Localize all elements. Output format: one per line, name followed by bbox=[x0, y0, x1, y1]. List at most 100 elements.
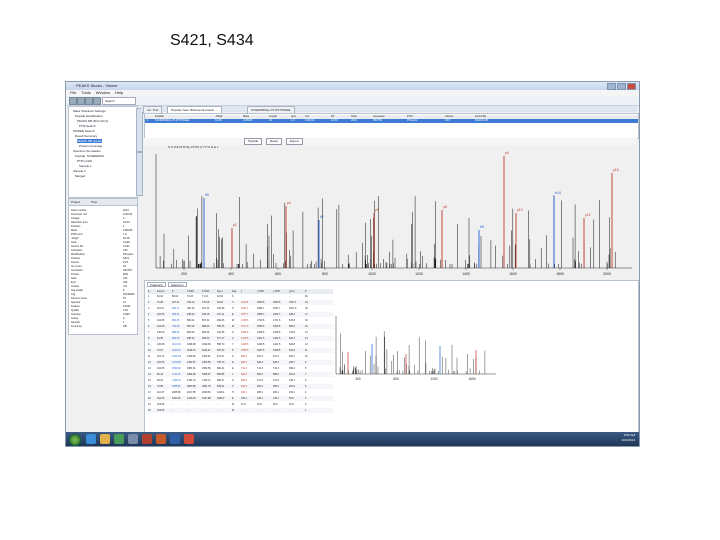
fragment-row[interactable]: 6 104.05 715.29 697.28 698.26 358.15 M 1617.6 15… bbox=[147, 324, 333, 329]
side-tab-summary[interactable] bbox=[136, 108, 143, 152]
save-icon[interactable] bbox=[85, 97, 93, 105]
fragment-cell: 83.5 bbox=[289, 397, 294, 400]
fragment-cell: 286.1 bbox=[273, 391, 279, 394]
fragment-row[interactable]: 3 110.07 324.17 306.16 307.14 162.59 H 2014.7 19… bbox=[147, 306, 333, 311]
fragment-cell: 152.1 bbox=[289, 391, 295, 394]
fragment-cell: 1302.5 bbox=[273, 337, 281, 340]
tree-item[interactable]: Peptide: SVHEMMSA bbox=[75, 154, 104, 158]
property-key: Ion count bbox=[71, 265, 82, 268]
fragment-cell: 624.8 bbox=[289, 343, 295, 346]
property-value: P62753 bbox=[123, 269, 132, 272]
pdf-icon[interactable] bbox=[184, 434, 194, 444]
property-key: Position bbox=[71, 257, 81, 260]
fragment-row[interactable]: 11 101.11 1341.54 1323.53 1324.51 671.27 K 988.… bbox=[147, 354, 333, 359]
tree-item[interactable]: Merged bbox=[75, 174, 85, 178]
peak-label: y6 bbox=[375, 208, 379, 212]
tree-item[interactable]: Sample 1 bbox=[79, 164, 92, 168]
fragment-row[interactable]: 4 102.05 453.21 435.20 436.18 227.11 E 1877.7 18… bbox=[147, 312, 333, 317]
fragment-row[interactable]: 12 102.05 1470.58 1452.57 1453.55 735.79 E 860.… bbox=[147, 360, 333, 365]
fragment-cell: M bbox=[232, 409, 234, 412]
tree-item[interactable]: Spectrum Annotation bbox=[73, 149, 101, 153]
fragment-cell: 2035.86 bbox=[172, 391, 181, 394]
window-controls bbox=[607, 83, 636, 90]
fragment-row[interactable]: 9 136.08 1116.39 1098.38 1099.36 558.70 Y 1248.… bbox=[147, 342, 333, 347]
powerpoint-icon[interactable] bbox=[142, 434, 152, 444]
fragment-cell: M bbox=[232, 403, 234, 406]
fragment-row[interactable]: 15 60.04 1799.74 1781.73 1782.71 900.37 S 489.2… bbox=[147, 378, 333, 383]
tree-item[interactable]: Peptide identification bbox=[75, 114, 103, 118]
media-icon[interactable] bbox=[114, 434, 124, 444]
peaks-icon[interactable] bbox=[156, 434, 166, 444]
fragment-row[interactable]: 16 72.08 1898.81 1880.80 1881.78 949.91 V 402.2… bbox=[147, 384, 333, 389]
property-value: Yes bbox=[123, 285, 128, 288]
fragment-cell: 86.10 bbox=[157, 373, 163, 376]
side-tab-protein[interactable] bbox=[136, 152, 143, 196]
property-row: Denovo score 87 bbox=[71, 297, 135, 300]
fragment-row[interactable]: 2 72.08 187.11 169.10 170.08 94.06 V 2113.8 2095… bbox=[147, 300, 333, 305]
fragment-row[interactable]: 14 86.10 1712.70 1694.69 1695.67 856.85 L 602.3… bbox=[147, 372, 333, 377]
fragment-cell: 102.05 bbox=[157, 367, 165, 370]
fragment-row[interactable]: 8 44.05 953.33 935.32 936.30 477.17 A 1319.5 130… bbox=[147, 336, 333, 341]
fragment-cell: 227.11 bbox=[217, 313, 225, 316]
fragment-cell: 15 bbox=[148, 379, 151, 382]
fragment-cell: 2 bbox=[148, 301, 150, 304]
explorer-icon[interactable] bbox=[100, 434, 110, 444]
fragment-row[interactable]: 17 110.07 2035.86 2017.85 2018.83 1018.4 H 303.… bbox=[147, 390, 333, 395]
property-key: Activation bbox=[71, 249, 83, 252]
app-icon[interactable] bbox=[128, 434, 138, 444]
project-tree[interactable]: Mass Tolerance Settings Peptide identific… bbox=[68, 106, 138, 198]
maximize-button[interactable] bbox=[617, 83, 626, 90]
property-value: 87 bbox=[123, 297, 126, 300]
fragment-row[interactable]: 18 102.05 2164.91 2146.90 2147.88 1082.9 E 166.… bbox=[147, 396, 333, 401]
fragment-cell: 864.28 bbox=[187, 331, 195, 334]
tree-item[interactable]: SPIDER Search bbox=[73, 129, 95, 133]
window-title: PEAKS Studio - Viewer bbox=[76, 83, 118, 88]
open-icon[interactable] bbox=[77, 97, 85, 105]
tree-item[interactable]: PEAKS DB results bbox=[77, 139, 102, 143]
tree-item[interactable]: Result Summary bbox=[75, 134, 97, 138]
tree-item[interactable]: Protein Coverage bbox=[79, 144, 102, 148]
fragment-cell: 148.1 bbox=[257, 397, 263, 400]
ie-icon[interactable] bbox=[86, 434, 96, 444]
fragment-row[interactable]: 10 70.07 1213.44 1195.43 1196.41 607.23 P 1085.… bbox=[147, 348, 333, 353]
fragment-cell: 1068.5 bbox=[273, 349, 281, 352]
tree-item[interactable]: PTM Search bbox=[79, 124, 96, 128]
fragment-cell: 1324.51 bbox=[202, 355, 211, 358]
fragment-cell: 16 bbox=[305, 319, 308, 322]
fragment-row[interactable]: 7 140.00 882.29 864.28 865.26 441.65 S 1486.5 14… bbox=[147, 330, 333, 335]
fragment-row[interactable]: 1 60.04 88.04 70.03 71.01 44.52 S - - - - 20 bbox=[147, 294, 333, 299]
tab-spectrum[interactable]: Spectrum bbox=[167, 282, 187, 287]
fragment-cell: 1248.5 bbox=[241, 343, 249, 346]
tree-item[interactable]: Mass Tolerance Settings bbox=[73, 109, 106, 113]
fragment-cell: 731.3 bbox=[241, 367, 247, 370]
fragment-row[interactable]: 19 104.05 - - - - M 37.0 19.0 20.0 19.0 2 bbox=[147, 402, 333, 407]
fragment-cell: 9 bbox=[148, 343, 150, 346]
new-project-icon[interactable] bbox=[69, 97, 77, 105]
tab-fragment[interactable]: Fragment bbox=[147, 282, 166, 287]
tree-item[interactable]: PEAKS DB 2014-10 [1] bbox=[77, 119, 108, 123]
run-icon[interactable] bbox=[93, 97, 101, 105]
fragment-row[interactable]: 5 104.05 584.25 566.24 567.22 292.63 M 1748.6 17… bbox=[147, 318, 333, 323]
fragment-cell: 1301.5 bbox=[257, 337, 265, 340]
search-input[interactable]: Search bbox=[102, 97, 136, 105]
fragment-row[interactable]: 20 104.05 - - - - M - - - - 1 bbox=[147, 408, 333, 413]
fragment-cell: S bbox=[232, 331, 234, 334]
fragment-cell: 324.17 bbox=[172, 307, 180, 310]
minimize-button[interactable] bbox=[607, 83, 616, 90]
system-clock: 9:52 AM 10/2/2014 bbox=[622, 433, 635, 443]
fragment-cell: A bbox=[232, 337, 234, 340]
tree-item[interactable]: Sample 2 bbox=[73, 169, 86, 173]
x-tick-label: 400 bbox=[228, 272, 234, 276]
tree-item[interactable]: PTM profile bbox=[77, 159, 92, 163]
close-button[interactable] bbox=[627, 83, 636, 90]
fragment-cell: - bbox=[217, 403, 218, 406]
fragment-cell: 882.29 bbox=[172, 331, 180, 334]
fragment-cell: 1230.5 bbox=[257, 343, 265, 346]
table-row[interactable]: 1 SVHEMMSA(+79.97)YPKEEL 62.48 2199.83 20 1.9… bbox=[145, 119, 638, 123]
property-key: Scan number bbox=[71, 209, 87, 212]
word-icon[interactable] bbox=[170, 434, 180, 444]
fragment-cell: 566.24 bbox=[187, 319, 195, 322]
start-button[interactable] bbox=[69, 434, 81, 446]
property-row: Quality 0.91 bbox=[71, 309, 135, 312]
fragment-row[interactable]: 13 102.05 1599.62 1581.61 1582.59 800.31 E 731.… bbox=[147, 366, 333, 371]
